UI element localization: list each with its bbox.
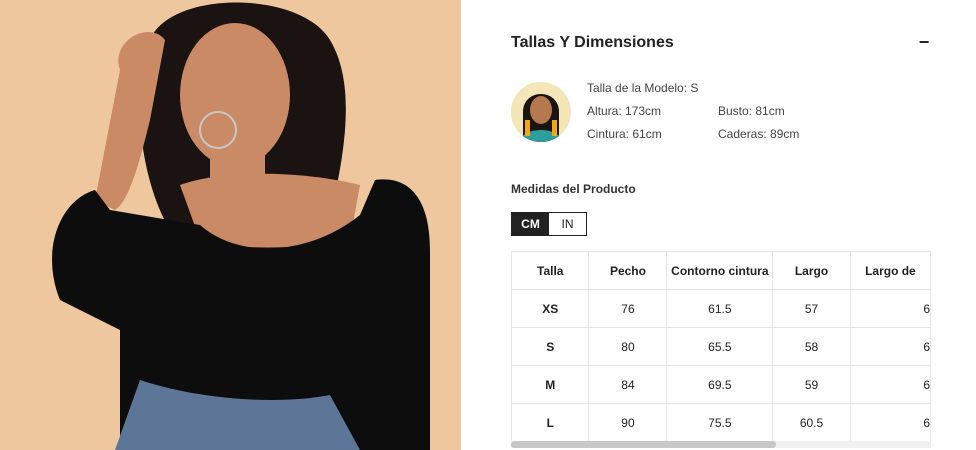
cell-cintura: 69.5 — [666, 365, 774, 404]
cell-size: L — [511, 403, 590, 441]
table-header-row: Talla Pecho Contorno cintura Largo Largo… — [511, 251, 931, 290]
cell-largo: 57 — [772, 289, 851, 328]
cell-largo-de: 6 — [849, 327, 931, 366]
size-table: Talla Pecho Contorno cintura Largo Largo… — [511, 251, 931, 441]
cell-cintura: 75.5 — [666, 403, 774, 441]
model-hips: Caderas: 89cm — [718, 127, 800, 141]
cell-size: S — [511, 327, 590, 366]
cell-largo-de: 6 — [849, 403, 931, 441]
cell-cintura: 65.5 — [666, 327, 774, 366]
cell-largo-de: 6 — [849, 289, 931, 328]
header-contorno-cintura: Contorno cintura — [666, 251, 774, 290]
model-waist: Cintura: 61cm — [587, 127, 662, 141]
measures-title: Medidas del Producto — [511, 182, 636, 196]
cell-size: M — [511, 365, 590, 404]
model-illustration — [0, 0, 461, 450]
cell-pecho: 84 — [588, 365, 668, 404]
table-row: S 80 65.5 58 6 — [511, 327, 931, 366]
cell-largo-de: 6 — [849, 365, 931, 404]
cell-largo: 60.5 — [772, 403, 851, 441]
collapse-button[interactable]: − — [916, 32, 932, 52]
model-size: Talla de la Modelo: S — [587, 81, 699, 95]
header-talla: Talla — [511, 251, 590, 290]
model-info: Talla de la Modelo: S Altura: 173cm Bust… — [587, 80, 799, 149]
model-height: Altura: 173cm — [587, 104, 662, 118]
cell-largo: 58 — [772, 327, 851, 366]
section-title: Tallas Y Dimensiones — [511, 34, 674, 51]
table-row: XS 76 61.5 57 6 — [511, 289, 931, 328]
header-largo: Largo — [772, 251, 851, 290]
cell-size: XS — [511, 289, 590, 328]
unit-cm-button[interactable]: CM — [512, 213, 549, 235]
model-bust: Busto: 81cm — [718, 104, 785, 118]
unit-in-button[interactable]: IN — [549, 213, 586, 235]
cell-cintura: 61.5 — [666, 289, 774, 328]
cell-largo: 59 — [772, 365, 851, 404]
cell-pecho: 90 — [588, 403, 668, 441]
product-photo — [0, 0, 461, 450]
model-avatar — [511, 82, 571, 142]
cell-pecho: 76 — [588, 289, 668, 328]
header-pecho: Pecho — [588, 251, 668, 290]
table-row: M 84 69.5 59 6 — [511, 365, 931, 404]
table-scrollbar-thumb[interactable] — [511, 441, 776, 448]
header-largo-de: Largo de — [849, 251, 931, 290]
unit-toggle: CM IN — [511, 212, 587, 236]
cell-pecho: 80 — [588, 327, 668, 366]
size-table-container: Talla Pecho Contorno cintura Largo Largo… — [511, 251, 931, 441]
size-panel: Tallas Y Dimensiones − Talla de la Model… — [461, 0, 976, 450]
table-row: L 90 75.5 60.5 6 — [511, 403, 931, 441]
